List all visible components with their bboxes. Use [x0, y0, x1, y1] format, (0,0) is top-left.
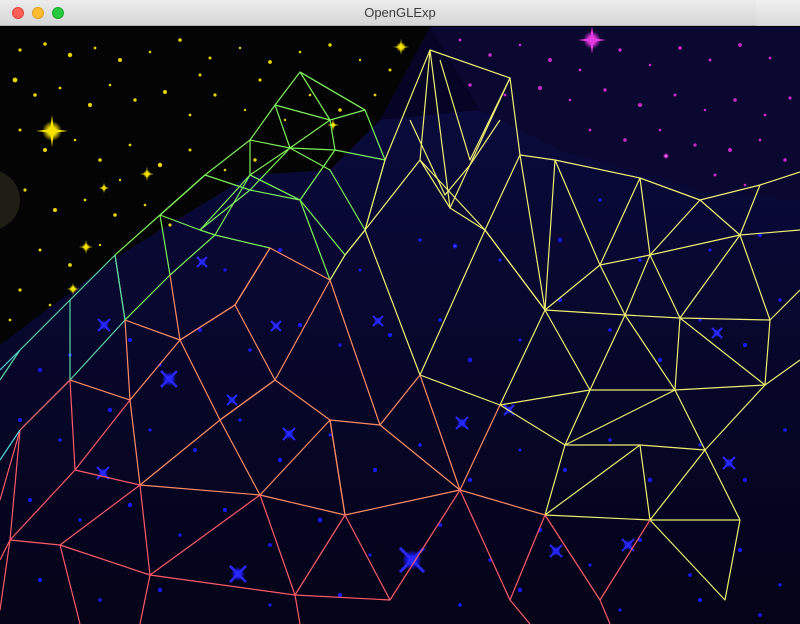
opengl-viewport[interactable] [0, 27, 800, 624]
window-title: OpenGLExp [364, 5, 436, 20]
title-bar[interactable]: OpenGLExp [0, 0, 800, 26]
titlebar-edge [756, 0, 800, 26]
render-canvas [0, 27, 800, 624]
app-window: OpenGLExp [0, 0, 800, 624]
